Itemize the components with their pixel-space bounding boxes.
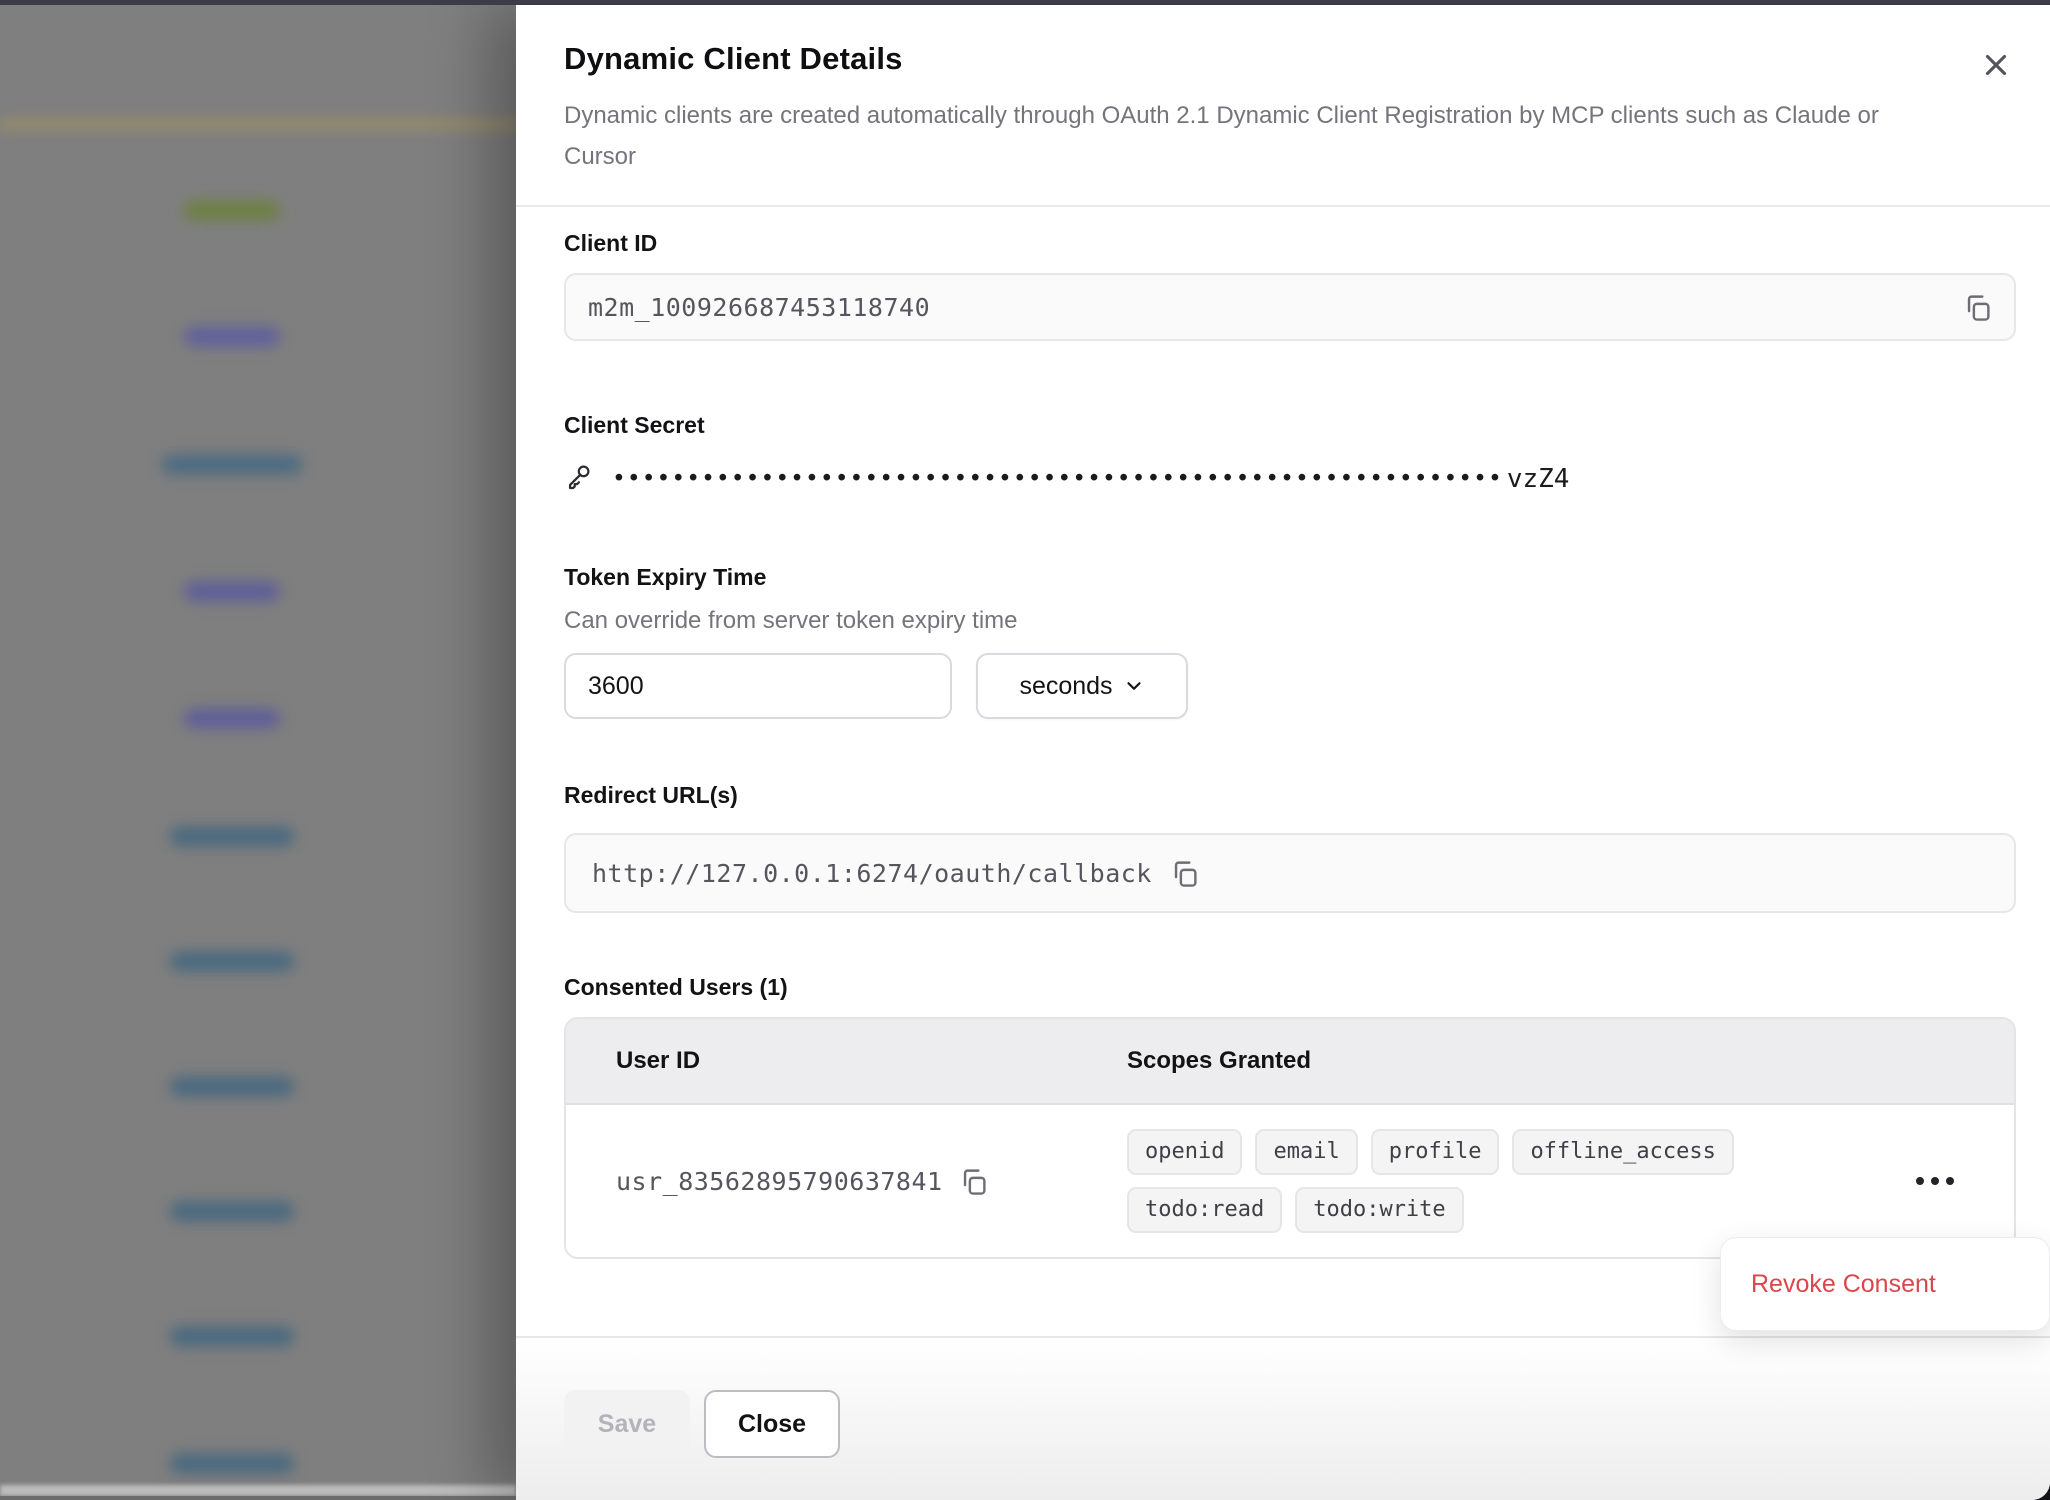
page-title: Dynamic Client Details: [564, 41, 1930, 77]
close-icon: [1979, 48, 2013, 82]
modal-header: Dynamic Client Details Dynamic clients a…: [516, 5, 2050, 177]
redirect-url-field: http://127.0.0.1:6274/oauth/callback: [564, 833, 2016, 913]
row-actions-menu: Revoke Consent: [1720, 1237, 2050, 1331]
user-id-value: usr_83562895790637841: [616, 1167, 943, 1196]
scope-chip: offline_access: [1512, 1129, 1733, 1175]
copy-redirect-url-button[interactable]: [1170, 859, 1199, 888]
blurred-row-text: [170, 1454, 294, 1473]
blurred-row-text: [170, 1327, 294, 1346]
blurred-banner: [0, 117, 516, 132]
client-secret-suffix: vzZ4: [1507, 464, 1570, 494]
modal-footer: Save Close: [516, 1336, 2050, 1500]
scope-chip: profile: [1371, 1129, 1500, 1175]
scope-chips: openid email profile offline_access todo:rea…: [1127, 1105, 1874, 1257]
table-row: usr_83562895790637841 openid email profile…: [566, 1105, 2014, 1257]
modal-body: Client ID m2m_100926687453118740 Client …: [516, 207, 2050, 1259]
token-expiry-input[interactable]: [564, 653, 952, 719]
scope-chip: openid: [1127, 1129, 1242, 1175]
revoke-consent-menu-item[interactable]: Revoke Consent: [1721, 1270, 1936, 1299]
modal-description: Dynamic clients are created automaticall…: [564, 95, 1930, 177]
token-expiry-label: Token Expiry Time: [564, 563, 2016, 591]
table-header: User ID Scopes Granted: [566, 1019, 2014, 1105]
client-secret-label: Client Secret: [564, 411, 2016, 439]
dynamic-client-details-modal: Dynamic Client Details Dynamic clients a…: [516, 5, 2050, 1500]
close-button[interactable]: [1974, 43, 2018, 87]
redirect-url-label: Redirect URL(s): [564, 781, 2016, 809]
consented-users-label: Consented Users (1): [564, 973, 2016, 1001]
ellipsis-icon: [1916, 1177, 1924, 1185]
token-expiry-row: seconds: [564, 653, 2016, 719]
blurred-row-text: [170, 1077, 294, 1096]
copy-icon: [1170, 859, 1199, 888]
blurred-row-text: [184, 709, 280, 728]
client-secret-row: ••••••••••••••••••••••••••••••••••••••••…: [564, 461, 2016, 497]
copy-client-id-button[interactable]: [1963, 293, 1992, 322]
consented-users-table: User ID Scopes Granted usr_8356289579063…: [564, 1017, 2016, 1259]
user-id-cell: usr_83562895790637841: [566, 1167, 1127, 1196]
token-expiry-help: Can override from server token expiry ti…: [564, 607, 2016, 635]
copy-icon: [1963, 293, 1992, 322]
blurred-row-text: [184, 327, 280, 346]
scope-chip: email: [1255, 1129, 1357, 1175]
close-footer-button[interactable]: Close: [704, 1390, 840, 1458]
blurred-row-text: [184, 201, 280, 220]
scope-chip: todo:write: [1295, 1187, 1463, 1233]
blurred-row-text: [170, 1202, 294, 1221]
page-overlay-backdrop[interactable]: [0, 5, 516, 1500]
screen: Dynamic Client Details Dynamic clients a…: [0, 0, 2050, 1500]
key-icon: [564, 463, 592, 496]
token-expiry-unit-select[interactable]: seconds: [976, 653, 1188, 719]
blurred-row-text: [184, 582, 280, 601]
window-top-bar: [0, 0, 2050, 5]
blurred-footer-edge: [0, 1496, 516, 1500]
row-actions-cell: [1874, 1167, 2014, 1195]
scope-chip: todo:read: [1127, 1187, 1282, 1233]
client-secret-masked: ••••••••••••••••••••••••••••••••••••••••…: [612, 466, 1503, 492]
client-id-field: m2m_100926687453118740: [564, 273, 2016, 341]
blurred-row-text: [170, 952, 294, 971]
redirect-url-value: http://127.0.0.1:6274/oauth/callback: [592, 859, 1152, 888]
blurred-row-text: [170, 827, 294, 846]
copy-user-id-button[interactable]: [959, 1167, 988, 1196]
chevron-down-icon: [1123, 675, 1145, 697]
token-expiry-unit-value: seconds: [1019, 672, 1112, 701]
column-header-scopes: Scopes Granted: [1127, 1047, 1874, 1075]
blurred-footer: [0, 1485, 516, 1496]
save-button[interactable]: Save: [564, 1390, 690, 1458]
column-header-user-id: User ID: [566, 1047, 1127, 1075]
blurred-row-text: [162, 455, 302, 474]
copy-icon: [959, 1167, 988, 1196]
row-actions-menu-button[interactable]: [1912, 1167, 1958, 1195]
client-id-value: m2m_100926687453118740: [588, 293, 930, 322]
client-id-label: Client ID: [564, 229, 2016, 257]
